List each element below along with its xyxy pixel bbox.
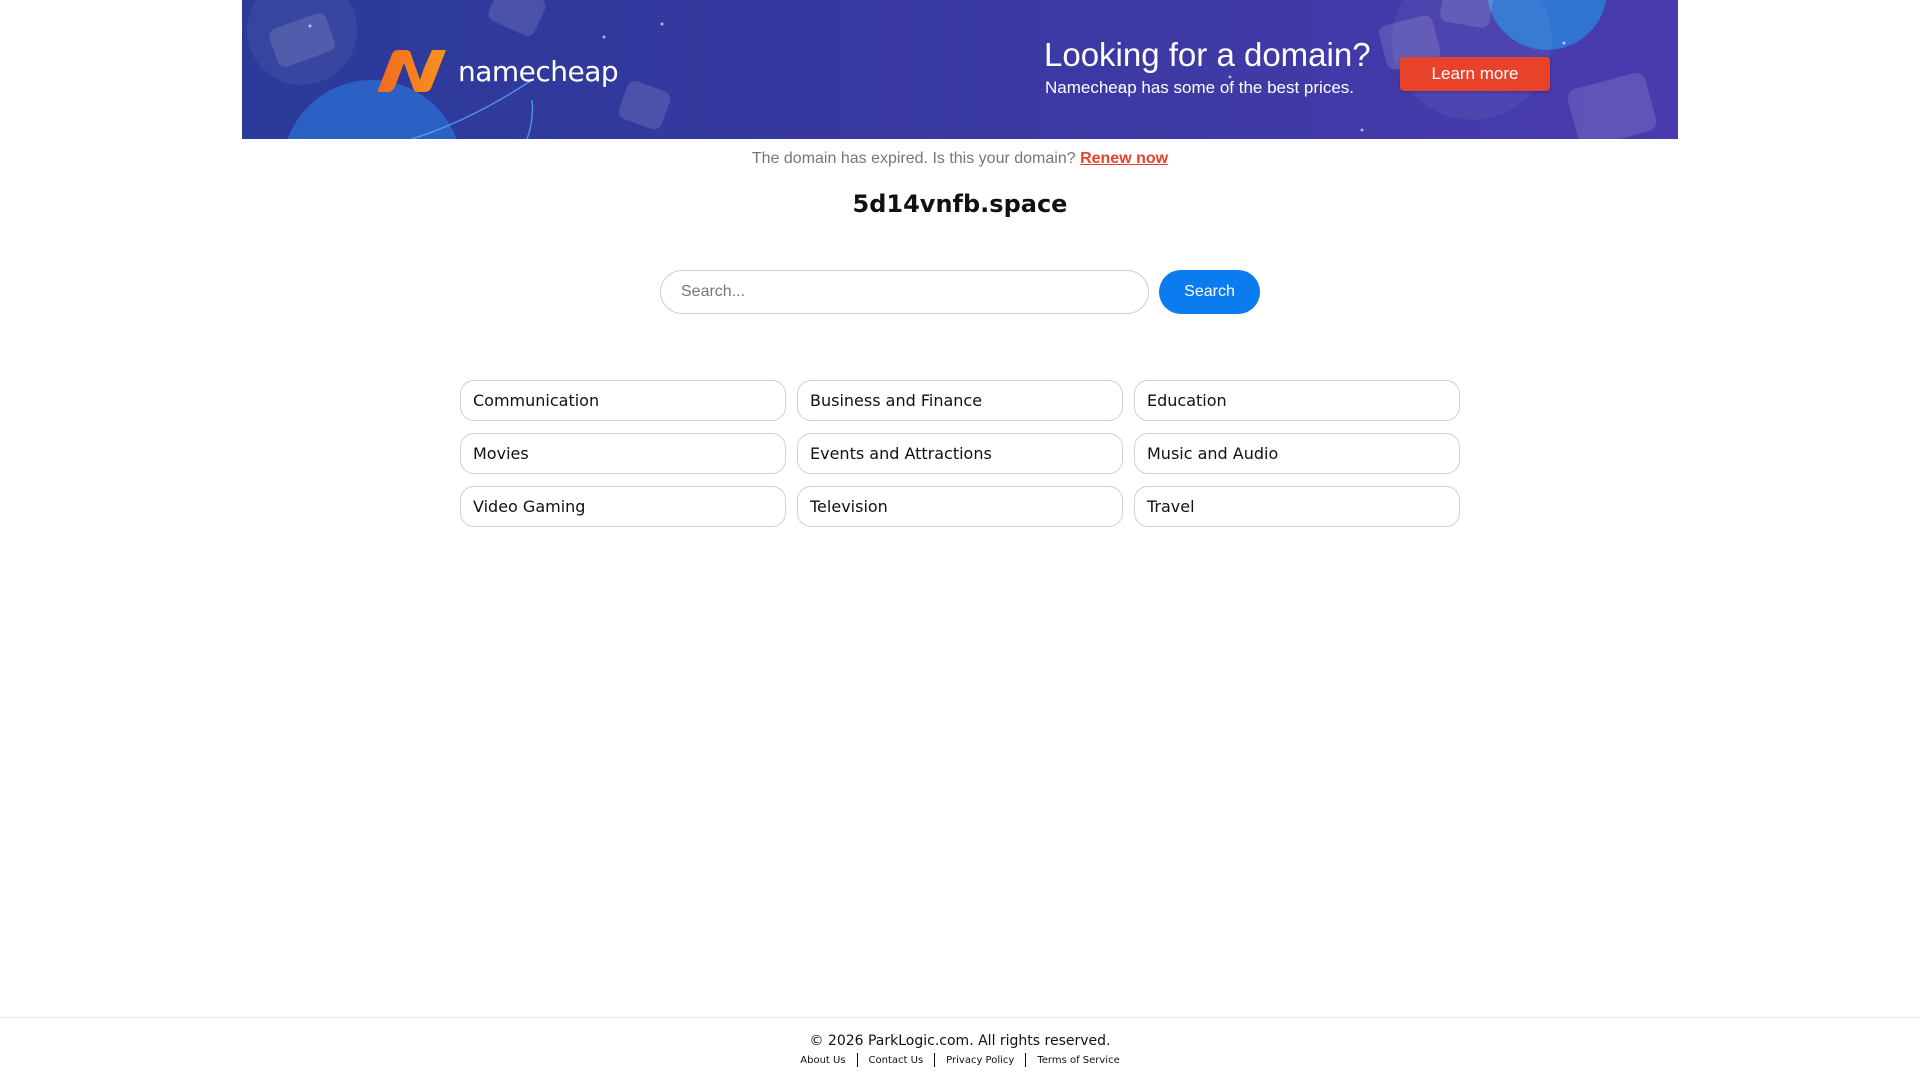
- namecheap-logo: namecheap: [376, 50, 619, 92]
- category-grid: Communication Business and Finance Educa…: [460, 380, 1460, 527]
- learn-more-button[interactable]: Learn more: [1400, 57, 1550, 91]
- category-business-and-finance[interactable]: Business and Finance: [797, 380, 1123, 421]
- category-travel[interactable]: Travel: [1134, 486, 1460, 527]
- namecheap-logo-icon: [378, 50, 446, 92]
- footer: © 2026 ParkLogic.com. All rights reserve…: [0, 1017, 1920, 1080]
- brand-name: namecheap: [458, 54, 619, 88]
- expired-notice: The domain has expired. Is this your dom…: [0, 150, 1920, 168]
- category-music-and-audio[interactable]: Music and Audio: [1134, 433, 1460, 474]
- footer-link-about-us[interactable]: About Us: [789, 1055, 856, 1066]
- footer-link-contact-us[interactable]: Contact Us: [858, 1055, 935, 1066]
- namecheap-banner[interactable]: namecheap Looking for a domain? Namechea…: [242, 0, 1678, 139]
- category-movies[interactable]: Movies: [460, 433, 786, 474]
- footer-link-privacy-policy[interactable]: Privacy Policy: [935, 1055, 1025, 1066]
- copyright-text: © 2026 ParkLogic.com. All rights reserve…: [809, 1033, 1111, 1049]
- category-events-and-attractions[interactable]: Events and Attractions: [797, 433, 1123, 474]
- search-button[interactable]: Search: [1159, 270, 1260, 314]
- promo-subtitle: Namecheap has some of the best prices.: [1045, 78, 1354, 97]
- category-education[interactable]: Education: [1134, 380, 1460, 421]
- category-television[interactable]: Television: [797, 486, 1123, 527]
- search-input[interactable]: [660, 270, 1149, 314]
- renew-now-link[interactable]: Renew now: [1080, 150, 1168, 167]
- category-video-gaming[interactable]: Video Gaming: [460, 486, 786, 527]
- category-communication[interactable]: Communication: [460, 380, 786, 421]
- footer-link-terms-of-service[interactable]: Terms of Service: [1026, 1055, 1130, 1066]
- promo-title: Looking for a domain?: [1044, 36, 1371, 73]
- expired-notice-text: The domain has expired. Is this your dom…: [751, 150, 1076, 167]
- footer-links: About Us Contact Us Privacy Policy Terms…: [0, 1053, 1920, 1067]
- domain-name-heading: 5d14vnfb.space: [852, 190, 1068, 218]
- page: namecheap Looking for a domain? Namechea…: [0, 0, 1920, 1080]
